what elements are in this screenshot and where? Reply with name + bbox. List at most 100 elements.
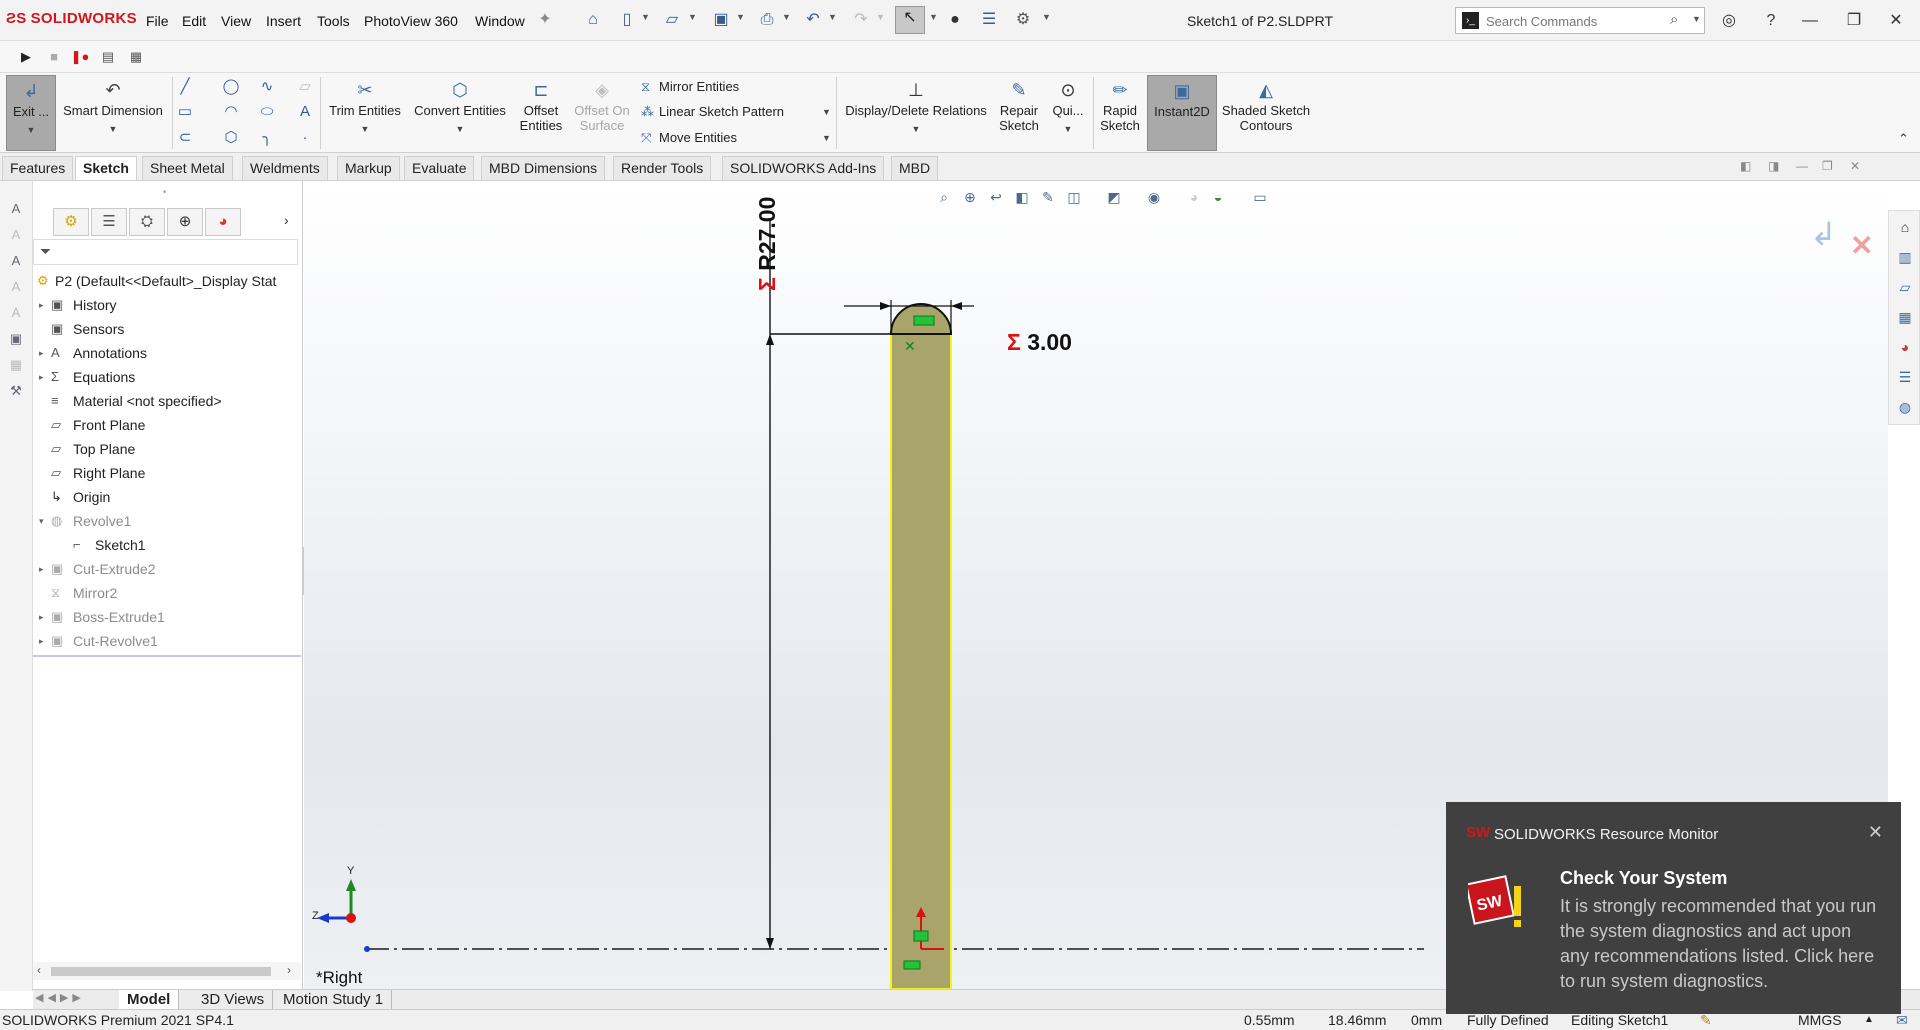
open-folder-icon[interactable]: ▱ bbox=[661, 9, 683, 31]
chevron-down-icon[interactable]: ▼ bbox=[1692, 14, 1701, 24]
chevron-down-icon[interactable]: ▼ bbox=[822, 133, 831, 143]
tree-item-right-plane[interactable]: ▱ Right Plane bbox=[33, 461, 301, 485]
horizontal-relation-icon[interactable] bbox=[913, 315, 935, 326]
offset-on-surface-button[interactable]: ◈ Offset On Surface bbox=[570, 75, 634, 151]
midpoint-relation-icon[interactable] bbox=[903, 960, 921, 970]
note-icon[interactable]: A bbox=[6, 225, 26, 245]
tile-right-icon[interactable]: ◨ bbox=[1768, 159, 1779, 173]
shaded-sketch-contours-button[interactable]: ◭ Shaded Sketch Contours bbox=[1220, 75, 1312, 151]
repair-sketch-button[interactable]: ✎ Repair Sketch bbox=[995, 75, 1043, 151]
tab-weldments[interactable]: Weldments bbox=[242, 156, 328, 180]
tree-item-cut-revolve1[interactable]: ▸ ▣ Cut-Revolve1 bbox=[33, 629, 301, 653]
chevron-down-icon[interactable]: ▼ bbox=[323, 124, 407, 134]
annotation-icon[interactable]: A bbox=[6, 199, 26, 219]
search-commands-box[interactable]: ›_ ⌕ ▼ bbox=[1455, 7, 1705, 34]
dimxpert-icon[interactable]: ⊕ bbox=[167, 208, 203, 236]
tab-sketch[interactable]: Sketch bbox=[75, 156, 137, 180]
tree-horizontal-scrollbar[interactable]: ‹ › bbox=[33, 962, 301, 980]
chevron-right-icon[interactable]: ▸ bbox=[39, 557, 44, 581]
save-icon[interactable]: ▣ bbox=[710, 9, 732, 31]
search-input[interactable] bbox=[1486, 11, 1666, 31]
text-icon[interactable]: A bbox=[296, 103, 314, 121]
tab-model[interactable]: Model bbox=[119, 990, 180, 1010]
menu-insert[interactable]: Insert bbox=[266, 13, 301, 29]
minimize-button[interactable]: — bbox=[1797, 8, 1823, 34]
chevron-down-icon[interactable]: ▼ bbox=[7, 125, 55, 135]
new-document-icon[interactable]: ▯ bbox=[616, 9, 638, 31]
help-icon[interactable]: ? bbox=[1758, 8, 1784, 34]
menu-tools[interactable]: Tools bbox=[317, 13, 350, 29]
user-account-icon[interactable]: ◎ bbox=[1716, 8, 1742, 34]
chevron-left-icon[interactable]: ‹ bbox=[37, 963, 41, 977]
display-delete-relations-button[interactable]: ⊥ Display/Delete Relations ▼ bbox=[840, 75, 992, 151]
appearances-icon[interactable]: ◕ bbox=[1895, 337, 1915, 357]
scrollbar-thumb[interactable] bbox=[51, 967, 271, 976]
stop-macro-icon[interactable]: ■ bbox=[44, 47, 64, 67]
view-palette-icon[interactable]: ▦ bbox=[1895, 307, 1915, 327]
tolerance-icon[interactable]: ▦ bbox=[6, 355, 26, 375]
chevron-down-icon[interactable]: ▼ bbox=[736, 12, 745, 22]
solidworks-forum-icon[interactable]: ◍ bbox=[1895, 397, 1915, 417]
options-gear-icon[interactable]: ⚙ bbox=[1012, 9, 1034, 31]
tab-markup[interactable]: Markup bbox=[337, 156, 400, 180]
chevron-right-icon[interactable]: ▸ bbox=[39, 605, 44, 629]
tab-mbd-dimensions[interactable]: MBD Dimensions bbox=[481, 156, 606, 180]
filter-icon[interactable]: ⏷ bbox=[40, 243, 51, 260]
line-icon[interactable]: ╱ bbox=[176, 78, 194, 96]
tab-sheet-metal[interactable]: Sheet Metal bbox=[142, 156, 233, 180]
centerline-endpoint[interactable] bbox=[364, 946, 370, 952]
chevron-down-icon[interactable]: ▼ bbox=[688, 12, 697, 22]
tree-item-annotations[interactable]: ▸ A Annotations bbox=[33, 341, 301, 365]
balloon-icon[interactable]: A bbox=[6, 251, 26, 271]
tab-solidworks-add-ins[interactable]: SOLIDWORKS Add-Ins bbox=[722, 156, 885, 180]
tree-item-sketch1[interactable]: ⌐ Sketch1 bbox=[33, 533, 301, 557]
ellipse-icon[interactable]: ⬭ bbox=[258, 103, 276, 121]
chevron-down-icon[interactable]: ▼ bbox=[58, 124, 168, 134]
rollback-bar[interactable] bbox=[33, 655, 301, 657]
print-icon[interactable]: ⎙ bbox=[756, 9, 778, 31]
configuration-manager-icon[interactable]: ⛭ bbox=[129, 208, 165, 236]
search-icon[interactable]: ⌕ bbox=[1670, 11, 1678, 28]
close-window-button[interactable]: ✕ bbox=[1883, 8, 1909, 34]
home-icon[interactable]: ⌂ bbox=[1895, 217, 1915, 237]
mirror-entities-button[interactable]: ⧖ Mirror Entities bbox=[641, 79, 739, 95]
restore-button[interactable]: ❐ bbox=[1841, 8, 1867, 34]
edit-macro-icon[interactable]: ▦ bbox=[126, 47, 146, 67]
fillet-icon[interactable]: ╮ bbox=[258, 129, 276, 147]
rapid-sketch-button[interactable]: ✏ Rapid Sketch bbox=[1096, 75, 1144, 151]
file-explorer-icon[interactable]: ▱ bbox=[1895, 277, 1915, 297]
tree-item-mirror2[interactable]: ⧖ Mirror2 bbox=[33, 581, 301, 605]
file-properties-icon[interactable]: ☰ bbox=[978, 9, 1000, 31]
tree-item-sensors[interactable]: ▣ Sensors bbox=[33, 317, 301, 341]
chevron-right-icon[interactable]: ▸ bbox=[39, 341, 44, 365]
select-pointer-icon[interactable]: ↖ bbox=[895, 6, 925, 34]
move-entities-button[interactable]: ⤧ Move Entities bbox=[641, 130, 737, 146]
slot-icon[interactable]: ⊂ bbox=[176, 129, 194, 147]
menu-view[interactable]: View bbox=[221, 13, 251, 29]
tree-filter[interactable]: ⏷ bbox=[33, 239, 298, 265]
tree-item-equations[interactable]: ▸ Σ Equations bbox=[33, 365, 301, 389]
display-manager-icon[interactable]: ◕ bbox=[205, 208, 241, 236]
tree-root-part[interactable]: ⚙ P2 (Default<<Default>_Display Stat bbox=[33, 269, 301, 293]
surface-finish-icon[interactable]: A bbox=[6, 303, 26, 323]
tab-scroll-arrows[interactable]: ◀◀▶▶ bbox=[35, 991, 85, 1004]
tree-item-front-plane[interactable]: ▱ Front Plane bbox=[33, 413, 301, 437]
undo-icon[interactable]: ↶ bbox=[802, 9, 824, 31]
coincident-relation-icon[interactable]: ✕ bbox=[904, 338, 916, 354]
tree-item-revolve1[interactable]: ▾ ◍ Revolve1 bbox=[33, 509, 301, 533]
chevron-down-icon[interactable]: ▼ bbox=[1042, 12, 1051, 22]
rectangle-icon[interactable]: ▭ bbox=[176, 103, 194, 121]
chevron-right-icon[interactable]: ▸ bbox=[39, 365, 44, 389]
tile-left-icon[interactable]: ◧ bbox=[1740, 159, 1751, 173]
datum-icon[interactable]: ▣ bbox=[6, 329, 26, 349]
trim-entities-button[interactable]: ✂ Trim Entities ▼ bbox=[323, 75, 407, 151]
linear-sketch-pattern-button[interactable]: ⁂ Linear Sketch Pattern bbox=[641, 104, 784, 120]
chevron-down-icon[interactable]: ▼ bbox=[929, 12, 938, 22]
chevron-down-icon[interactable]: ▼ bbox=[782, 12, 791, 22]
dimension-width-label[interactable]: Σ 3.00 bbox=[1007, 329, 1072, 356]
chevron-down-icon[interactable]: ▼ bbox=[641, 12, 650, 22]
smart-dimension-button[interactable]: ↶ Smart Dimension ▼ bbox=[58, 75, 168, 151]
restore-view-icon[interactable]: ❐ bbox=[1822, 159, 1833, 173]
feature-manager-tree-icon[interactable]: ⚙ bbox=[53, 208, 89, 236]
menu-window[interactable]: Window bbox=[475, 13, 525, 29]
